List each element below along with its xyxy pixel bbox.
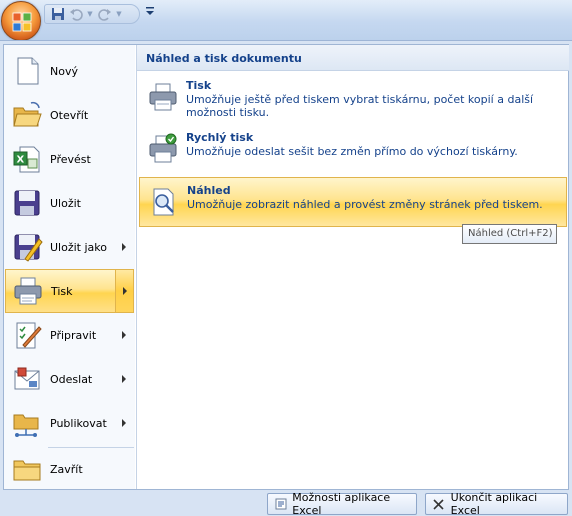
submenu-arrow-icon: [122, 287, 127, 295]
tooltip: Náhled (Ctrl+F2): [462, 224, 557, 244]
submenu-item-description: Umožňuje zobrazit náhled a provést změny…: [187, 198, 543, 211]
menu-item-publish[interactable]: Publikovat: [5, 401, 134, 445]
submenu-arrow-icon: [122, 243, 126, 251]
menu-item-label: Publikovat: [50, 416, 107, 430]
printer-icon: [12, 275, 44, 307]
submenu-item-title: Rychlý tisk: [186, 131, 254, 144]
prepare-icon: [11, 319, 43, 351]
quick-access-toolbar: ▼ ▼: [44, 4, 140, 24]
menu-item-prepare[interactable]: Připravit: [5, 313, 134, 357]
quick-print-icon: [147, 133, 179, 165]
undo-icon[interactable]: [68, 6, 84, 22]
printer-icon: [147, 81, 179, 113]
save-icon[interactable]: [50, 6, 66, 22]
menu-item-label: Odeslat: [50, 372, 93, 386]
menu-item-label: Zavřít: [50, 462, 83, 476]
menu-item-label: Převést: [50, 152, 91, 166]
menu-item-save-as[interactable]: Uložit jako: [5, 225, 134, 269]
options-icon: [274, 497, 287, 511]
exit-excel-button[interactable]: Ukončit aplikaci Excel: [425, 491, 568, 516]
close-icon: [432, 497, 446, 511]
office-menu-panel: Nový Otevřít X Převést Uložit Uložit jak…: [3, 44, 569, 490]
customize-qat-icon[interactable]: [144, 6, 156, 20]
menu-item-save[interactable]: Uložit: [5, 181, 134, 225]
menu-item-close[interactable]: Zavřít: [5, 447, 134, 491]
submenu-item-description: Umožňuje odeslat sešit bez změn přímo do…: [186, 145, 518, 158]
undo-dropdown-icon[interactable]: ▼: [86, 10, 94, 18]
menu-item-convert[interactable]: X Převést: [5, 137, 134, 181]
print-submenu: Náhled a tisk dokumentu Tisk Umožňuje je…: [136, 45, 569, 489]
open-folder-icon: [11, 99, 43, 131]
menu-item-new[interactable]: Nový: [5, 49, 134, 93]
menu-item-open[interactable]: Otevřít: [5, 93, 134, 137]
submenu-item-title: Tisk: [186, 79, 212, 92]
submenu-arrow-icon: [122, 331, 126, 339]
close-folder-icon: [11, 453, 43, 485]
submenu-header: Náhled a tisk dokumentu: [137, 45, 569, 71]
submenu-arrow-icon: [122, 419, 126, 427]
convert-icon: X: [11, 143, 43, 175]
submenu-item-title: Náhled: [187, 184, 231, 197]
submenu-toggle[interactable]: [115, 270, 133, 312]
submenu-item-quick-print[interactable]: Rychlý tisk Umožňuje odeslat sešit bez z…: [139, 125, 567, 175]
svg-text:X: X: [17, 155, 25, 166]
office-logo-icon: [12, 12, 32, 32]
office-button[interactable]: [1, 1, 41, 41]
new-document-icon: [11, 55, 43, 87]
office-menu: Nový Otevřít X Převést Uložit Uložit jak…: [0, 40, 572, 516]
submenu-item-description: Umožňuje ještě před tiskem vybrat tiskár…: [186, 93, 534, 119]
menu-item-label: Nový: [50, 64, 78, 78]
submenu-item-print-preview[interactable]: Náhled Umožňuje zobrazit náhled a provés…: [139, 177, 567, 227]
excel-options-label: Možnosti aplikace Excel: [292, 491, 391, 516]
submenu-arrow-icon: [122, 375, 126, 383]
save-as-icon: [11, 231, 43, 263]
submenu-item-print[interactable]: Tisk Umožňuje ještě před tiskem vybrat t…: [139, 73, 567, 123]
redo-icon[interactable]: [97, 6, 113, 22]
menu-item-send[interactable]: Odeslat: [5, 357, 134, 401]
send-icon: [11, 363, 43, 395]
menu-item-label: Uložit: [50, 196, 81, 210]
menu-item-print[interactable]: Tisk: [5, 269, 134, 313]
print-preview-icon: [148, 186, 180, 218]
menu-item-label: Uložit jako: [50, 240, 107, 254]
exit-excel-label: Ukončit aplikaci Excel: [450, 491, 538, 516]
redo-dropdown-icon[interactable]: ▼: [115, 10, 123, 18]
save-icon: [11, 187, 43, 219]
excel-options-button[interactable]: Možnosti aplikace Excel: [267, 491, 417, 516]
title-bar: ▼ ▼: [0, 0, 572, 41]
menu-item-label: Připravit: [50, 328, 97, 342]
publish-icon: [11, 407, 43, 439]
menu-item-label: Otevřít: [50, 108, 89, 122]
command-list: Nový Otevřít X Převést Uložit Uložit jak…: [4, 45, 135, 489]
